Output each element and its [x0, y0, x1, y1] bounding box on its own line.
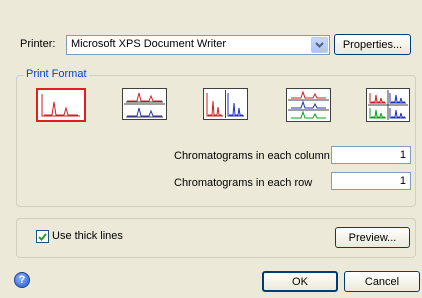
printer-select-value: Microsoft XPS Document Writer: [71, 38, 227, 50]
column-count-input[interactable]: 1: [331, 146, 411, 164]
properties-button[interactable]: Properties...: [334, 34, 411, 55]
row-count-input[interactable]: 1: [331, 172, 411, 190]
checkmark-icon: [38, 232, 47, 241]
three-rows-chromatogram-icon[interactable]: [286, 88, 331, 122]
column-count-label: Chromatograms in each column: [174, 150, 330, 162]
ok-button[interactable]: OK: [262, 271, 338, 292]
row-count-label: Chromatograms in each row: [174, 177, 313, 189]
two-columns-chromatogram-icon[interactable]: [203, 88, 248, 120]
cancel-button[interactable]: Cancel: [344, 271, 420, 292]
properties-button-label: Properties...: [342, 38, 403, 51]
help-icon[interactable]: ?: [14, 272, 30, 288]
print-format-title: Print Format: [24, 68, 89, 80]
grid-2x2-chromatogram-icon[interactable]: [366, 88, 410, 122]
printer-label: Printer:: [20, 38, 56, 50]
two-rows-chromatogram-icon[interactable]: [122, 88, 167, 120]
printer-select[interactable]: Microsoft XPS Document Writer: [66, 35, 330, 55]
single-chromatogram-icon[interactable]: [36, 88, 86, 122]
preview-button[interactable]: Preview...: [335, 227, 410, 248]
preview-button-label: Preview...: [348, 231, 397, 244]
thick-lines-checkbox[interactable]: [36, 230, 49, 243]
ok-button-label: OK: [292, 275, 308, 288]
thick-lines-label: Use thick lines: [52, 230, 123, 242]
chevron-down-icon[interactable]: [311, 37, 328, 53]
help-glyph: ?: [18, 274, 26, 286]
cancel-button-label: Cancel: [364, 275, 400, 288]
